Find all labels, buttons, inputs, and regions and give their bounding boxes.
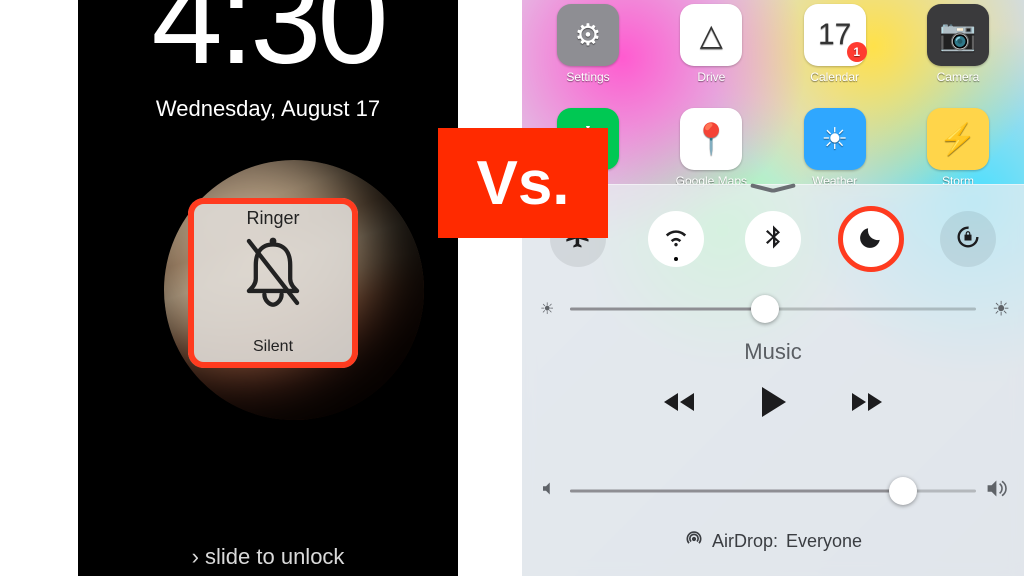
app-icon[interactable]: ⚡Storm <box>922 108 994 188</box>
lockscreen: 4:30 Wednesday, August 17 Ringer Silent … <box>78 0 458 576</box>
app-icon[interactable]: 📍Google Maps <box>675 108 747 188</box>
bell-silent-icon <box>230 229 316 338</box>
versus-badge: Vs. <box>438 128 608 238</box>
volume-slider[interactable] <box>570 479 976 503</box>
app-icon[interactable]: △ Drive <box>675 4 747 84</box>
grabber-icon[interactable] <box>750 189 796 195</box>
app-label: Calendar <box>810 70 859 84</box>
brightness-low-icon: ☀ <box>540 299 554 319</box>
airdrop-row[interactable]: AirDrop: Everyone <box>522 529 1024 554</box>
orientation-lock-toggle[interactable] <box>940 211 996 267</box>
bluetooth-icon <box>759 223 787 256</box>
app-tile: 📍 <box>680 108 742 170</box>
moon-icon <box>857 223 885 256</box>
now-playing-label: Music <box>522 339 1024 365</box>
app-tile: ⚙ <box>557 4 619 66</box>
app-label: Drive <box>697 70 725 84</box>
comparison-stage: 4:30 Wednesday, August 17 Ringer Silent … <box>0 0 1024 576</box>
ringer-hud: Ringer Silent <box>188 198 358 368</box>
wifi-icon <box>662 223 690 256</box>
slide-to-unlock[interactable]: › slide to unlock <box>78 544 458 570</box>
next-track-button[interactable] <box>844 387 884 422</box>
volume-low-icon <box>540 480 558 503</box>
media-transport <box>522 385 1024 424</box>
brightness-slider[interactable]: ☀ ☀ <box>570 297 976 321</box>
app-icon[interactable]: ⚙ Settings <box>552 4 624 84</box>
previous-track-button[interactable] <box>662 387 702 422</box>
app-label: Settings <box>566 70 609 84</box>
brightness-high-icon: ☀ <box>992 297 1010 322</box>
app-icon[interactable]: 📷 Camera <box>922 4 994 84</box>
airdrop-value: Everyone <box>786 531 862 552</box>
toggle-row <box>550 211 996 267</box>
rotation-lock-icon <box>954 223 982 256</box>
lockscreen-time: 4:30 <box>78 0 458 93</box>
lockscreen-date: Wednesday, August 17 <box>78 96 458 122</box>
airdrop-label: AirDrop: <box>712 531 778 552</box>
app-tile: △ <box>680 4 742 66</box>
control-center-screen: ⚙Settings△Drive17Calendar📷Camera ⏱7 MWC📍… <box>522 0 1024 576</box>
airdrop-icon <box>684 529 704 554</box>
notification-badge: 1 <box>847 42 867 62</box>
app-row-1: ⚙Settings△Drive17Calendar📷Camera <box>552 4 994 84</box>
app-row-2: ⏱7 MWC📍Google Maps☀Weather1⚡Storm <box>552 108 994 188</box>
play-button[interactable] <box>758 385 788 424</box>
app-label: Camera <box>937 70 980 84</box>
app-tile: 📷 <box>927 4 989 66</box>
slide-to-unlock-label: slide to unlock <box>205 544 344 569</box>
ringer-hud-title: Ringer <box>246 208 299 229</box>
ringer-hud-state: Silent <box>253 338 293 356</box>
volume-high-icon <box>986 479 1010 504</box>
bluetooth-toggle[interactable] <box>745 211 801 267</box>
app-tile: ⚡ <box>927 108 989 170</box>
do-not-disturb-toggle[interactable] <box>843 211 899 267</box>
control-center-panel: ☀ ☀ Music <box>522 184 1024 576</box>
app-icon[interactable]: ☀Weather1 <box>799 108 871 188</box>
wifi-toggle[interactable] <box>648 211 704 267</box>
app-tile: ☀ <box>804 108 866 170</box>
